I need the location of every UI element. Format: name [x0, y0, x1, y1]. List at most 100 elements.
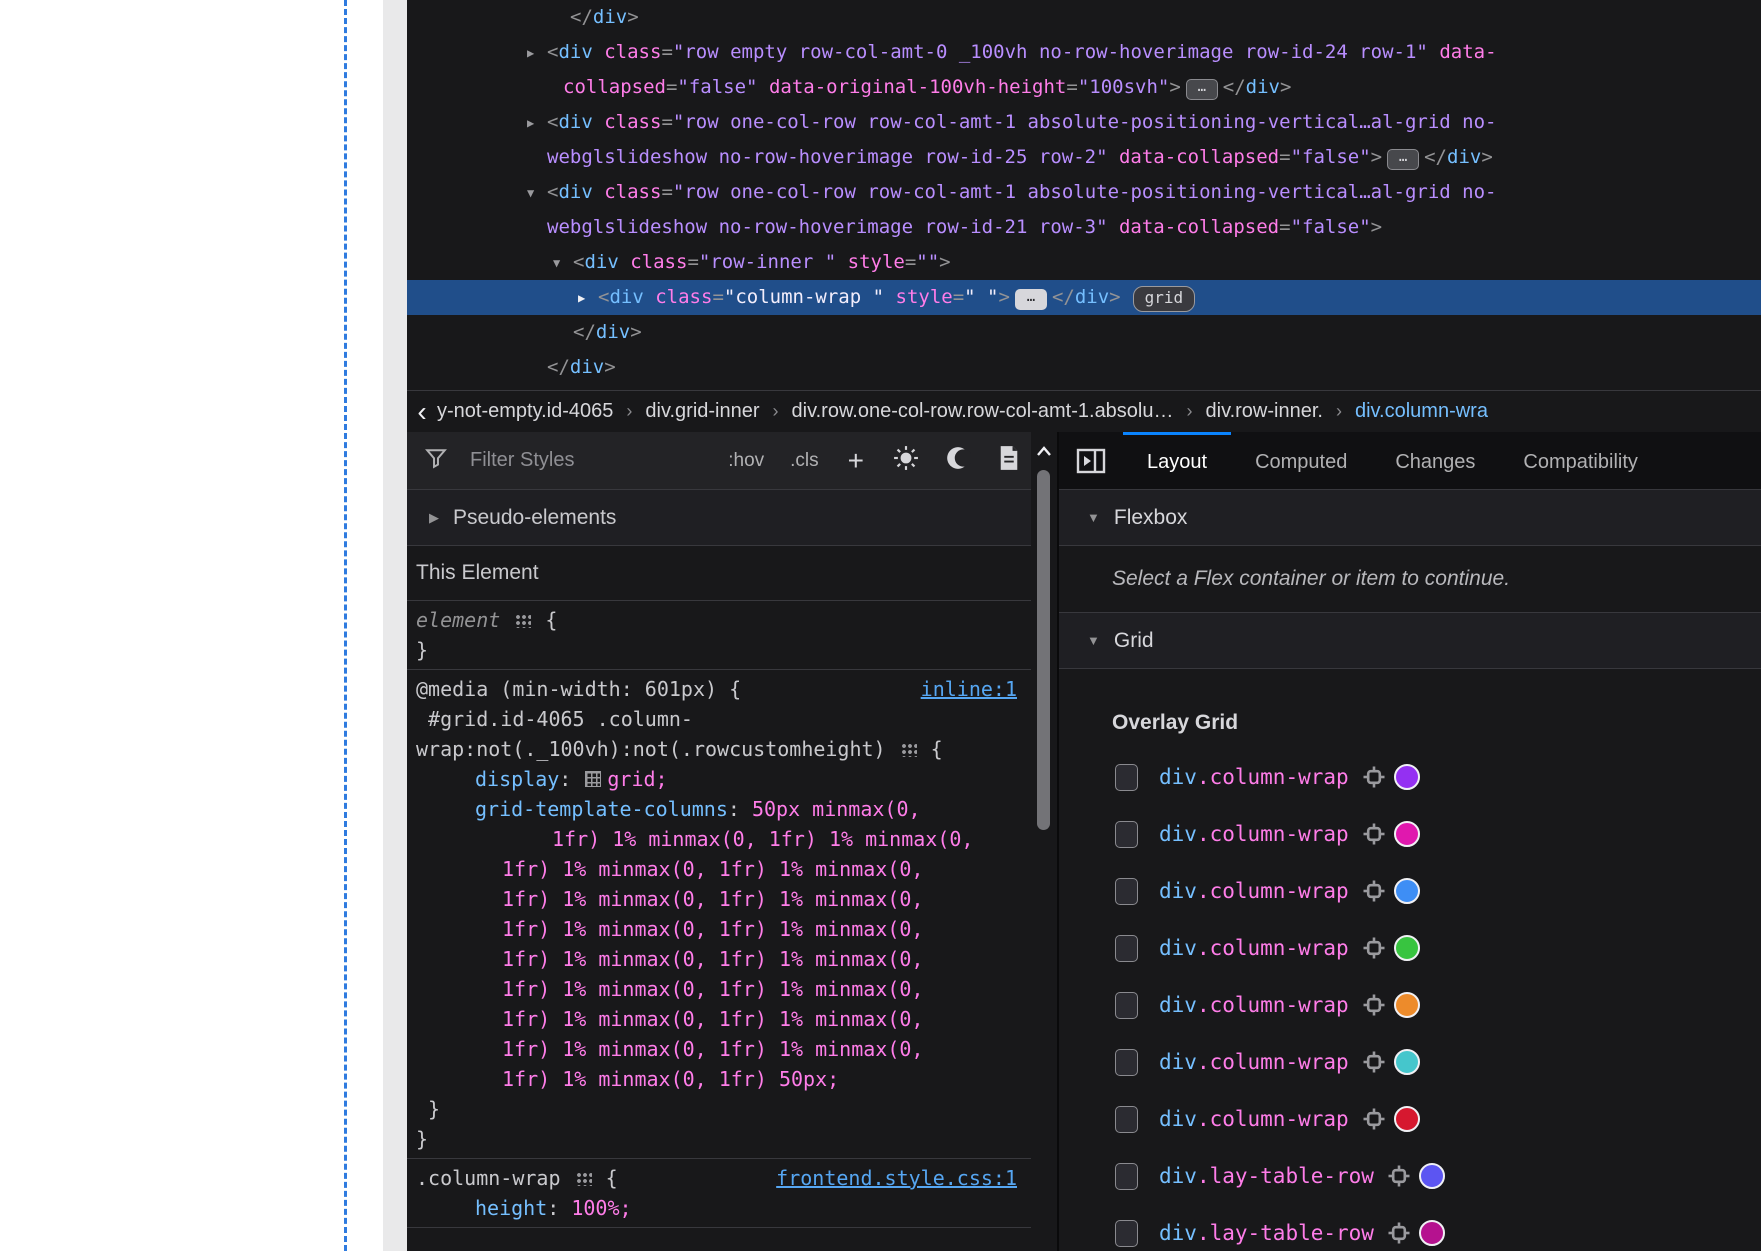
light-theme-simulation-icon[interactable] [893, 445, 919, 476]
css-rule-line[interactable]: } [407, 635, 1031, 665]
filter-styles-input[interactable]: Filter Styles [407, 447, 715, 474]
grid-color-swatch[interactable] [1394, 764, 1420, 790]
css-rule-line[interactable]: height: 100%; [407, 1193, 1031, 1223]
expand-twisty-icon[interactable]: ▶ [578, 281, 598, 316]
overlay-grid-checkbox[interactable] [1115, 1163, 1138, 1190]
stylesheet-source-link[interactable]: frontend.style.css:1 [776, 1166, 1017, 1190]
css-rule-line[interactable]: grid-template-columns: 50px minmax(0, [407, 794, 1031, 824]
markup-node-line[interactable]: ▶<div class="row empty row-col-amt-0 _10… [407, 35, 1761, 70]
children-ellipsis-pill[interactable]: … [1387, 149, 1419, 170]
grid-color-swatch[interactable] [1394, 1106, 1420, 1132]
overlay-grid-checkbox[interactable] [1115, 821, 1138, 848]
jump-to-node-icon[interactable] [1363, 823, 1385, 845]
jump-to-node-icon[interactable] [1363, 1108, 1385, 1130]
grid-color-swatch[interactable] [1394, 992, 1420, 1018]
scrollbar-up-arrow-icon[interactable] [1031, 440, 1057, 462]
rule-dots-icon[interactable] [514, 613, 531, 628]
markup-node-line[interactable]: </div> [407, 350, 1761, 385]
jump-to-node-icon[interactable] [1363, 937, 1385, 959]
css-rule-line[interactable]: 1fr) 1% minmax(0, 1fr) 1% minmax(0, [407, 884, 1031, 914]
overlay-grid-checkbox[interactable] [1115, 1106, 1138, 1133]
tab-changes[interactable]: Changes [1371, 432, 1499, 489]
tab-layout[interactable]: Layout [1123, 432, 1231, 489]
overlay-grid-checkbox[interactable] [1115, 992, 1138, 1019]
rules-pane-scrollbar[interactable] [1031, 432, 1057, 1251]
children-ellipsis-pill[interactable]: … [1186, 79, 1218, 100]
grid-color-swatch[interactable] [1394, 878, 1420, 904]
css-rule-line[interactable]: 1fr) 1% minmax(0, 1fr) 1% minmax(0, [407, 974, 1031, 1004]
toggle-pseudo-classes-button[interactable]: :hov [728, 450, 764, 472]
print-media-simulation-icon[interactable] [997, 445, 1021, 476]
children-ellipsis-pill[interactable]: … [1015, 289, 1047, 310]
expand-twisty-icon[interactable]: ▶ [527, 36, 547, 71]
jump-to-node-icon[interactable] [1363, 1051, 1385, 1073]
collapse-twisty-icon[interactable]: ▼ [553, 246, 573, 281]
markup-node-line[interactable]: ▼<div class="row-inner " style=""> [407, 245, 1761, 280]
css-rule-line[interactable]: element { [407, 605, 1031, 635]
overlay-grid-item: div.column-wrap [1115, 1101, 1761, 1137]
breadcrumb-separator-icon: › [1187, 401, 1193, 422]
css-rule-line[interactable]: #grid.id-4065 .column- [407, 704, 1031, 734]
stylesheet-source-link[interactable]: inline:1 [921, 677, 1017, 701]
overlay-grid-checkbox[interactable] [1115, 764, 1138, 791]
css-rule-line[interactable]: 1fr) 1% minmax(0, 1fr) 1% minmax(0, [407, 1034, 1031, 1064]
markup-node-line[interactable]: </div> [407, 315, 1761, 350]
markup-node-line[interactable]: webglslideshow no-row-hoverimage row-id-… [407, 210, 1761, 245]
breadcrumb-item[interactable]: div.column-wra [1355, 400, 1488, 423]
tab-compatibility[interactable]: Compatibility [1499, 432, 1661, 489]
scrollbar-thumb[interactable] [1037, 470, 1050, 830]
grid-section-header[interactable]: ▼ Grid [1059, 613, 1761, 669]
css-rule-line[interactable]: 1fr) 1% minmax(0, 1fr) 1% minmax(0, [407, 824, 1031, 854]
jump-to-node-icon[interactable] [1363, 880, 1385, 902]
flexbox-section-header[interactable]: ▼ Flexbox [1059, 490, 1761, 546]
toggle-classes-button[interactable]: .cls [790, 450, 819, 472]
jump-to-node-icon[interactable] [1363, 994, 1385, 1016]
css-rule-line[interactable]: 1fr) 1% minmax(0, 1fr) 1% minmax(0, [407, 1004, 1031, 1034]
rule-dots-icon[interactable] [900, 742, 917, 757]
breadcrumb-item[interactable]: div.grid-inner [645, 400, 759, 423]
pseudo-elements-header[interactable]: ▶ Pseudo-elements [407, 490, 1031, 546]
css-rule-line[interactable]: 1fr) 1% minmax(0, 1fr) 1% minmax(0, [407, 944, 1031, 974]
markup-node-line[interactable]: collapsed="false" data-original-100vh-he… [407, 70, 1761, 105]
page-scrollbar[interactable] [383, 0, 407, 1251]
breadcrumb-item[interactable]: y-not-empty.id-4065 [437, 400, 613, 423]
grid-color-swatch[interactable] [1394, 821, 1420, 847]
markup-node-line[interactable]: ▶<div class="column-wrap " style=" ">…</… [407, 280, 1761, 315]
overlay-grid-checkbox[interactable] [1115, 1220, 1138, 1247]
markup-node-line[interactable]: webglslideshow no-row-hoverimage row-id-… [407, 140, 1761, 175]
dark-theme-simulation-icon[interactable] [945, 445, 971, 476]
grid-highlighter-toggle-icon[interactable] [585, 771, 601, 787]
breadcrumb-item[interactable]: div.row.one-col-row.row-col-amt-1.absolu… [792, 400, 1174, 423]
grid-color-swatch[interactable] [1394, 935, 1420, 961]
markup-node-line[interactable]: ▼<div class="row one-col-row row-col-amt… [407, 175, 1761, 210]
rule-dots-icon[interactable] [575, 1171, 592, 1186]
tab-computed[interactable]: Computed [1231, 432, 1371, 489]
jump-to-node-icon[interactable] [1363, 766, 1385, 788]
css-rule-line[interactable]: 1fr) 1% minmax(0, 1fr) 1% minmax(0, [407, 854, 1031, 884]
overlay-grid-checkbox[interactable] [1115, 935, 1138, 962]
markup-node-line[interactable]: </div> [407, 0, 1761, 35]
jump-to-node-icon[interactable] [1388, 1165, 1410, 1187]
grid-color-swatch[interactable] [1419, 1163, 1445, 1189]
css-rule-line[interactable]: 1fr) 1% minmax(0, 1fr) 1% minmax(0, [407, 914, 1031, 944]
flexbox-message-text: Select a Flex container or item to conti… [1112, 567, 1510, 591]
jump-to-node-icon[interactable] [1388, 1222, 1410, 1244]
grid-badge[interactable]: grid [1133, 286, 1196, 312]
css-rule-line[interactable]: 1fr) 1% minmax(0, 1fr) 50px; [407, 1064, 1031, 1094]
grid-color-swatch[interactable] [1419, 1220, 1445, 1246]
css-rule-line[interactable]: wrap:not(._100vh):not(.rowcustomheight) … [407, 734, 1031, 764]
css-rule-line[interactable]: display: grid; [407, 764, 1031, 794]
overlay-grid-checkbox[interactable] [1115, 878, 1138, 905]
add-rule-button[interactable]: + [848, 445, 864, 477]
css-rule-line[interactable]: } [407, 1094, 1031, 1124]
css-rule-line[interactable]: } [407, 1124, 1031, 1154]
breadcrumb-scroll-left-button[interactable]: ‹ [407, 399, 437, 425]
breadcrumb-item[interactable]: div.row-inner. [1206, 400, 1323, 423]
expand-twisty-icon[interactable]: ▶ [527, 106, 547, 141]
sidebar-toggle-icon[interactable] [1059, 432, 1123, 489]
grid-color-swatch[interactable] [1394, 1049, 1420, 1075]
markup-node-line[interactable]: ▶<div class="row one-col-row row-col-amt… [407, 105, 1761, 140]
collapse-twisty-icon[interactable]: ▼ [527, 176, 547, 211]
overlay-grid-checkbox[interactable] [1115, 1049, 1138, 1076]
overlay-grid-item-label: div.column-wrap [1159, 936, 1349, 960]
